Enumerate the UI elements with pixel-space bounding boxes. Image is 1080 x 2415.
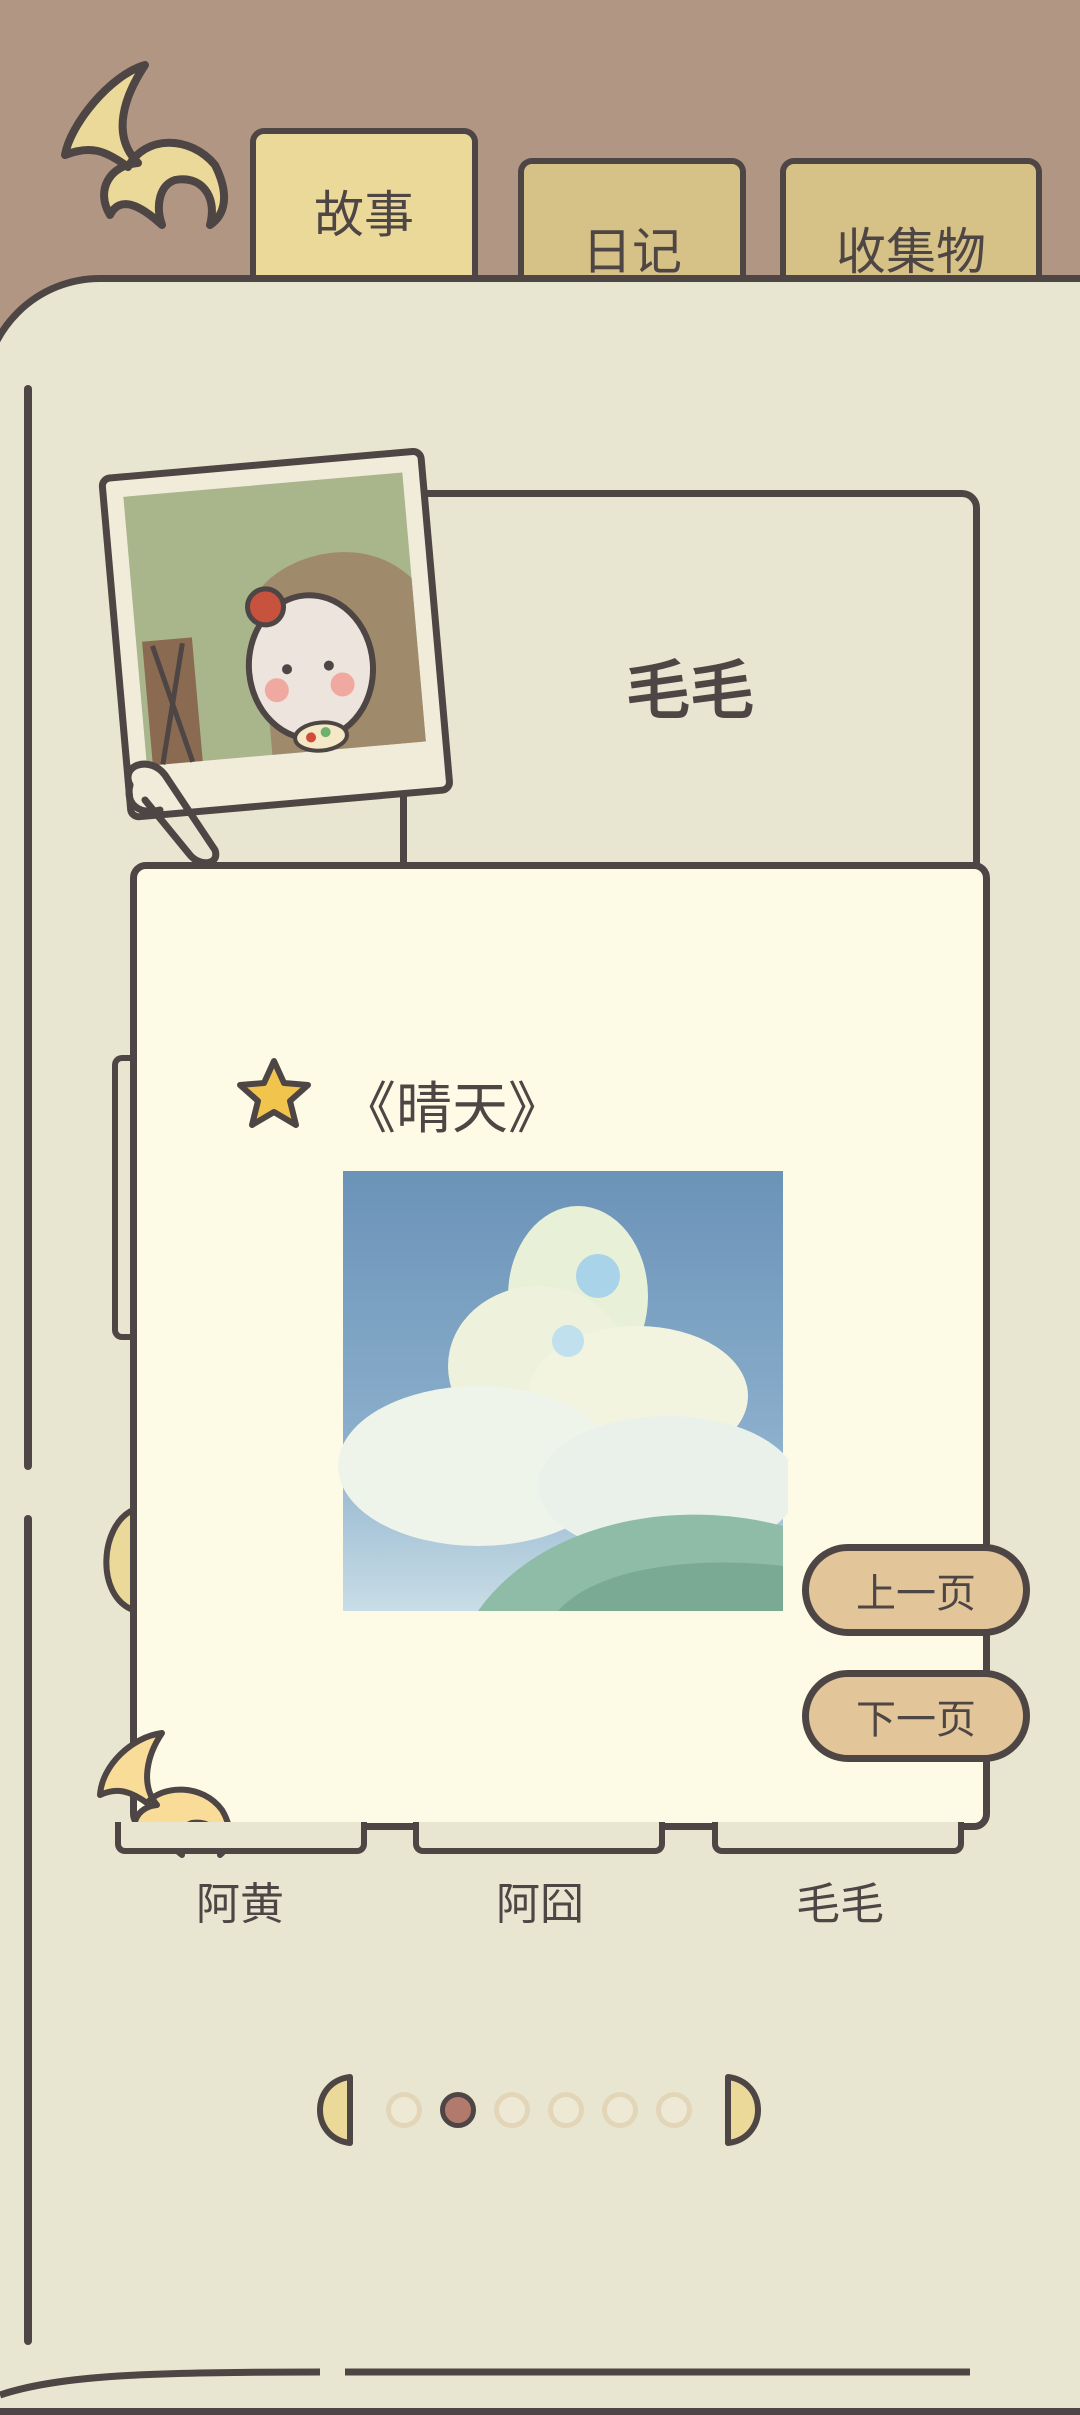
- character-tab-ahuang[interactable]: 阿黄: [120, 1868, 360, 1932]
- character-tab-underline-2: [413, 1822, 665, 1854]
- character-tab-maomao[interactable]: 毛毛: [720, 1868, 960, 1932]
- star-icon: [232, 1055, 316, 1135]
- back-arrow-icon: [61, 61, 229, 229]
- book-spine-line-lower: [24, 1515, 32, 2345]
- back-arrow-button[interactable]: [50, 55, 240, 235]
- character-tab-underline-1: [115, 1822, 367, 1854]
- pagination-dot-6[interactable]: [656, 2092, 692, 2128]
- story-painting-image[interactable]: [338, 1166, 798, 1616]
- side-page-edge-lower: [95, 1505, 135, 1615]
- tab-collection[interactable]: 收集物: [780, 158, 1042, 288]
- pagination-dot-5[interactable]: [602, 2092, 638, 2128]
- pagination-dot-4[interactable]: [548, 2092, 584, 2128]
- pagination-dot-3[interactable]: [494, 2092, 530, 2128]
- character-tab-underline-3: [712, 1822, 964, 1854]
- next-page-button[interactable]: 下一页: [802, 1670, 1030, 1762]
- book-bottom-edge: [0, 2350, 1080, 2400]
- pagination-prev-icon[interactable]: [310, 2072, 356, 2148]
- book-spine-line: [24, 385, 32, 1470]
- character-tab-ajiong[interactable]: 阿囧: [420, 1868, 660, 1932]
- pagination-dot-1[interactable]: [386, 2092, 422, 2128]
- tab-diary[interactable]: 日记: [518, 158, 746, 288]
- character-name: 毛毛: [626, 655, 754, 729]
- story-title: 《晴天》: [340, 1077, 564, 1142]
- pagination-next-icon[interactable]: [722, 2072, 768, 2148]
- tab-story[interactable]: 故事: [250, 128, 478, 288]
- pagination-dot-2[interactable]: [440, 2092, 476, 2128]
- previous-page-button[interactable]: 上一页: [802, 1544, 1030, 1636]
- paper-clip-icon: [110, 755, 230, 867]
